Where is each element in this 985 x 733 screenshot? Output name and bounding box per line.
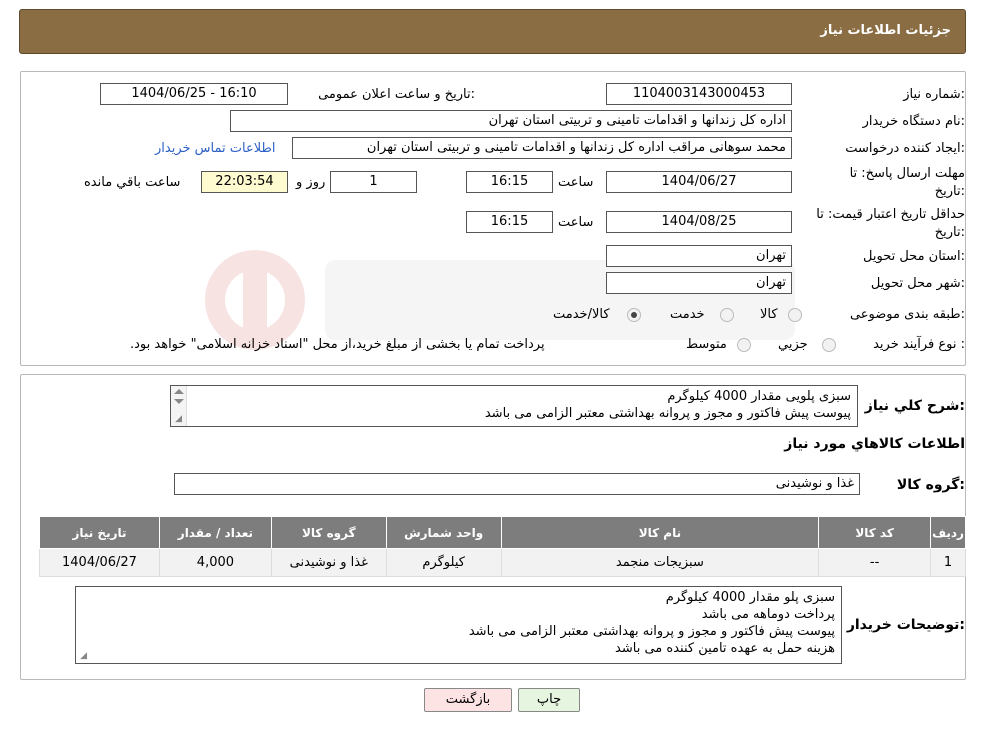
category-label: طبقه بندی موضوعی: [849,307,965,322]
summary-line-1: سبزی پلویی مقدار 4000 کیلوگرم [667,389,851,404]
buyer-contact-link[interactable]: اطلاعات تماس خریدار [155,141,275,156]
category-radio-goods-service[interactable] [627,308,641,322]
province-field: تهران [606,245,792,267]
cell-row: 1 [930,548,966,577]
summary-textarea[interactable]: سبزی پلویی مقدار 4000 کیلوگرم پیوست پیش … [170,385,858,427]
buyer-notes-label: توضیحات خریدار: [846,617,965,633]
requester-field: محمد سوهانی مراقب اداره کل زندانها و اقد… [292,137,792,159]
deadline-label: مهلت ارسال پاسخ: تا [849,166,965,181]
category-option-service: خدمت [670,307,705,322]
col-unit: واحد شمارش [385,516,502,549]
process-radio-minor[interactable] [822,338,836,352]
col-code: کد کالا [818,516,932,549]
category-option-goods-service: کالا/خدمت [553,307,610,322]
cell-unit: کیلوگرم [385,548,502,577]
col-name: نام کالا [500,516,820,549]
deadline-date-field: 1404/06/27 [606,171,792,193]
cell-code: -- [818,548,932,577]
remaining-label: ساعت باقي مانده [84,175,181,190]
cell-date: 1404/06/27 [39,548,160,577]
category-radio-service[interactable] [720,308,734,322]
deadline-label-date: تاریخ: [934,184,965,199]
print-button[interactable]: چاپ [518,688,580,712]
col-row: ردیف [930,516,966,549]
resize-grip-icon[interactable]: ◢ [173,415,182,424]
process-note: پرداخت تمام یا بخشی از مبلغ خرید،از محل … [130,337,545,352]
table-row: 1 -- سبزیجات منجمد کیلوگرم غذا و نوشیدنی… [39,548,966,577]
col-quantity: تعداد / مقدار [158,516,272,549]
scroll-up-icon[interactable] [174,389,184,394]
summary-label: شرح کلي نياز: [864,398,965,414]
table-header-row: ردیف کد کالا نام کالا واحد شمارش گروه کا… [39,516,966,549]
announce-label: تاریخ و ساعت اعلان عمومی: [318,87,475,102]
items-table: ردیف کد کالا نام کالا واحد شمارش گروه کا… [39,516,966,577]
cell-quantity: 4,000 [158,548,272,577]
process-option-medium: متوسط [686,337,727,352]
buyer-notes-line-2: پرداخت دوماهه می باشد [701,607,835,622]
buyer-notes-textarea[interactable]: سبزی پلو مقدار 4000 کیلوگرم پرداخت دوماه… [75,586,842,664]
days-label: روز و [296,175,326,190]
validity-date-field: 1404/08/25 [606,211,792,233]
col-group: گروه کالا [270,516,387,549]
resize-grip-icon[interactable]: ◢ [78,652,87,661]
page-header: جزئیات اطلاعات نیاز [19,9,966,54]
cell-group: غذا و نوشیدنی [270,548,387,577]
validity-label: حداقل تاریخ اعتبار قیمت: تا [816,207,965,222]
back-button[interactable]: بازگشت [424,688,512,712]
buyer-notes-line-4: هزینه حمل به عهده تامین کننده می باشد [615,641,835,656]
goods-info-title: اطلاعات کالاهاي مورد نياز [784,436,965,452]
process-radio-medium[interactable] [737,338,751,352]
validity-time-field: 16:15 [466,211,553,233]
summary-line-2: پیوست پیش فاکتور و مجوز و پروانه بهداشتی… [484,406,851,421]
buyer-notes-line-3: پیوست پیش فاکتور و مجوز و پروانه بهداشتی… [468,624,835,639]
deadline-time-label: ساعت [558,175,594,190]
process-label: نوع فرآیند خرید : [873,337,965,352]
buyer-notes-line-1: سبزی پلو مقدار 4000 کیلوگرم [665,590,835,605]
announce-datetime-field: 1404/06/25 - 16:10 [100,83,288,105]
validity-time-label: ساعت [558,215,594,230]
scroll-down-icon[interactable] [174,399,184,404]
need-number-label: شماره نیاز: [903,87,965,102]
goods-group-field: غذا و نوشیدنی [174,473,860,495]
need-number-field: 1104003143000453 [606,83,792,105]
validity-label-date: تاریخ: [934,225,965,240]
category-radio-goods[interactable] [788,308,802,322]
deadline-time-field: 16:15 [466,171,553,193]
buyer-org-field: اداره کل زندانها و اقدامات تامینی و تربی… [230,110,792,132]
buyer-org-label: نام دستگاه خریدار: [862,114,965,129]
goods-group-label: گروه کالا: [896,477,965,493]
requester-label: ایجاد کننده درخواست: [845,141,965,156]
city-field: تهران [606,272,792,294]
cell-name: سبزیجات منجمد [500,548,820,577]
days-field: 1 [330,171,417,193]
category-option-goods: کالا [760,307,778,322]
col-date: تاریخ نیاز [39,516,160,549]
province-label: استان محل تحویل: [863,249,965,264]
remaining-time-field: 22:03:54 [201,171,288,193]
process-option-minor: جزیي [778,337,808,352]
page-title: جزئیات اطلاعات نیاز [820,23,951,38]
city-label: شهر محل تحویل: [870,276,965,291]
